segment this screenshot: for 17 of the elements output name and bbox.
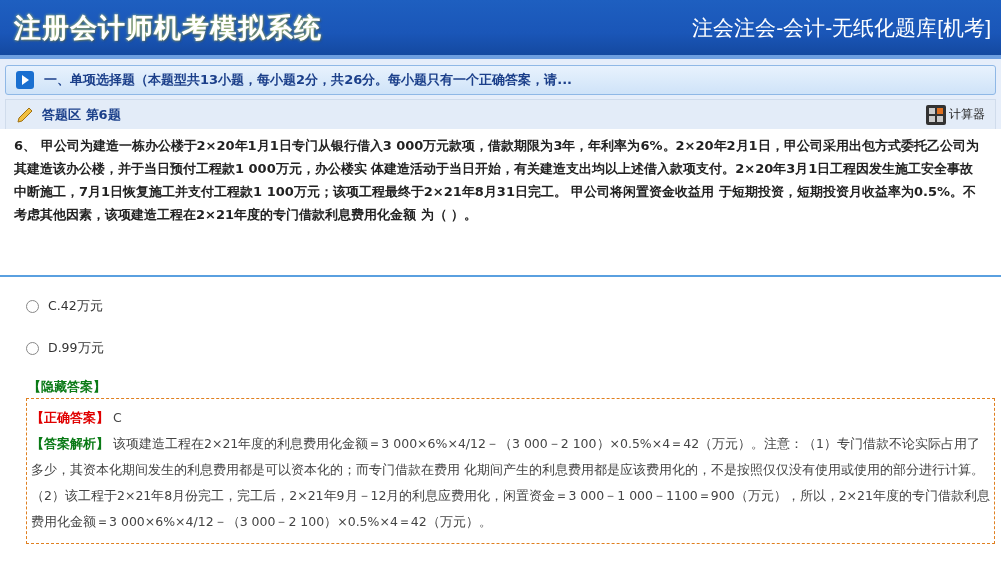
calculator-icon: [926, 104, 946, 125]
section-title: 一、单项选择题（本题型共13小题，每小题2分，共26分。每小题只有一个正确答案，请...: [44, 71, 573, 89]
radio-button[interactable]: [26, 341, 39, 355]
pencil-icon: [16, 105, 34, 124]
calculator-button[interactable]: 计算器: [926, 104, 985, 125]
option-label[interactable]: C.42万元: [48, 297, 103, 315]
play-icon[interactable]: [16, 71, 34, 89]
app-subtitle: 注会注会-会计-无纸化题库[机考]: [692, 14, 991, 41]
answer-area-title: 答题区 第6题: [42, 105, 121, 124]
correct-answer-value: C: [113, 410, 122, 425]
radio-button[interactable]: [26, 299, 39, 313]
answer-analysis: 【答案解析】 该项建造工程在2×21年度的利息费用化金额＝3 000×6%×4/12－（3 000－2 100）×0.5%×4＝42（万元）。注意：（1）专门借款不论实际占用了多少，其资本化期间发生的利息费用都是可以资本化的；而专门借款在费用 化期间产生的利息费用都是应该费用化的，不是按照仅仅没有使用或使用的部分进行计算。（2）该工程于2×21年8月份完工，完工后，2×21年9月－12月的利息应费用化，闲置资金＝3 000－1 000－1100＝900（万元），所以，2×21年度的专门借款利息费用化金额＝3 000×6%×4/12－（3 000－2 100）×0.5%×4＝42（万元）。: [31, 435, 990, 531]
option-label[interactable]: D.99万元: [48, 339, 104, 357]
correct-answer-label: 【正确答案】: [31, 410, 109, 425]
hide-answer-link[interactable]: 【隐藏答案】: [28, 379, 106, 396]
question-text: 6、 甲公司为建造一栋办公楼于2×20年1月1日专门从银行借入3 000万元款项，借款期限为3年，年利率为6%。2×20年2月1日，甲公司采用出包方式委托乙公司为其建造该办公楼，并于当日预付工程款1 000万元，办公楼实 体建造活动于当日开始，有关建造支出均以上述借入款项支付。2×20年3月1日工程因发生施工安全事故中断施工，7月1日恢复施工并支付工程款1 100万元；该项工程最终于2×21年8月31日完工。 甲公司将闲置资金收益用 于短期投资，短期投资月收益率为0.5%。不考虑其他因素，该项建造工程在2×21年度的专门借款利息费用化金额 为（ ）。: [14, 137, 979, 224]
app-title: 注册会计师机考模拟系统: [14, 10, 322, 45]
